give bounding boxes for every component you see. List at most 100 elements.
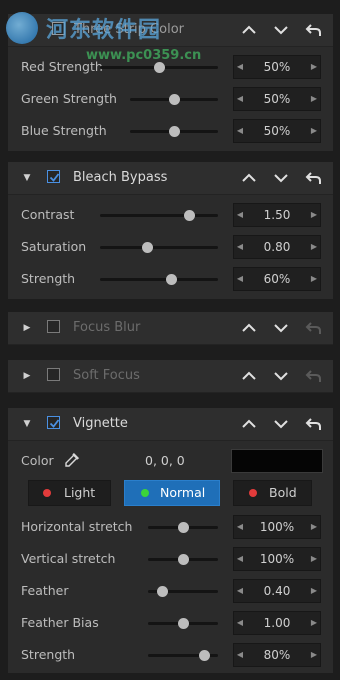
increment-icon[interactable]: ▶ [308, 612, 320, 634]
feather-slider[interactable] [148, 586, 218, 597]
decrement-icon[interactable]: ◀ [234, 268, 246, 290]
contrast-slider[interactable] [100, 210, 218, 221]
stepper-value[interactable]: 100% [246, 548, 308, 570]
stepper-value[interactable]: 50% [246, 88, 308, 110]
panel-header[interactable]: ▶ Focus Blur [8, 312, 333, 345]
increment-icon[interactable]: ▶ [308, 580, 320, 602]
stepper-value[interactable]: 0.40 [246, 580, 308, 602]
horizontal-stretch-slider[interactable] [148, 522, 218, 533]
stepper-value[interactable]: 60% [246, 268, 308, 290]
bleach-strength-stepper[interactable]: ◀ 60% ▶ [233, 267, 321, 291]
stepper-value[interactable]: 50% [246, 120, 308, 142]
chevron-up-icon[interactable] [240, 169, 258, 187]
increment-icon[interactable]: ▶ [308, 516, 320, 538]
triangle-right-icon[interactable]: ▶ [22, 323, 32, 333]
increment-icon[interactable]: ▶ [308, 236, 320, 258]
red-strength-slider[interactable] [100, 62, 218, 73]
undo-arrow-icon[interactable] [305, 21, 323, 39]
decrement-icon[interactable]: ◀ [234, 644, 246, 666]
panel-header[interactable]: ▼ Bleach Bypass [8, 162, 333, 195]
chevron-down-icon[interactable] [272, 415, 290, 433]
undo-arrow-icon[interactable] [305, 319, 323, 337]
panel-header[interactable]: ▶ Soft Focus [8, 360, 333, 393]
chevron-down-icon[interactable] [272, 169, 290, 187]
stepper-value[interactable]: 0.80 [246, 236, 308, 258]
eyedropper-icon[interactable] [64, 452, 80, 468]
decrement-icon[interactable]: ◀ [234, 204, 246, 226]
slider-knob[interactable] [142, 242, 154, 253]
enable-checkbox[interactable] [47, 368, 60, 381]
vignette-strength-stepper[interactable]: ◀ 80% ▶ [233, 643, 321, 667]
decrement-icon[interactable]: ◀ [234, 236, 246, 258]
slider-knob[interactable] [169, 126, 180, 137]
increment-icon[interactable]: ▶ [308, 88, 320, 110]
chevron-down-icon[interactable] [272, 367, 290, 385]
mode-normal-button[interactable]: Normal [124, 480, 220, 506]
enable-checkbox[interactable] [47, 416, 60, 429]
chevron-down-icon[interactable] [272, 319, 290, 337]
saturation-slider[interactable] [100, 242, 218, 253]
slider-knob[interactable] [178, 618, 189, 629]
slider-knob[interactable] [169, 94, 180, 105]
blue-strength-slider[interactable] [130, 126, 218, 137]
increment-icon[interactable]: ▶ [308, 56, 320, 78]
saturation-stepper[interactable]: ◀ 0.80 ▶ [233, 235, 321, 259]
enable-checkbox[interactable] [47, 320, 60, 333]
chevron-up-icon[interactable] [240, 21, 258, 39]
bleach-strength-slider[interactable] [100, 274, 218, 285]
increment-icon[interactable]: ▶ [308, 120, 320, 142]
increment-icon[interactable]: ▶ [308, 268, 320, 290]
enable-checkbox[interactable] [52, 22, 65, 35]
stepper-value[interactable]: 100% [246, 516, 308, 538]
decrement-icon[interactable]: ◀ [234, 516, 246, 538]
panel-header[interactable]: ▼ Vignette [8, 408, 333, 441]
triangle-right-icon[interactable]: ▶ [22, 371, 32, 381]
triangle-down-icon[interactable]: ▼ [22, 419, 32, 429]
slider-knob[interactable] [154, 62, 165, 73]
decrement-icon[interactable]: ◀ [234, 548, 246, 570]
panel-header[interactable]: Three Strip Color [8, 14, 333, 47]
triangle-down-icon[interactable]: ▼ [22, 173, 32, 183]
chevron-up-icon[interactable] [240, 319, 258, 337]
feather-stepper[interactable]: ◀ 0.40 ▶ [233, 579, 321, 603]
slider-knob[interactable] [183, 210, 195, 221]
chevron-up-icon[interactable] [240, 367, 258, 385]
slider-knob[interactable] [199, 650, 210, 661]
green-strength-slider[interactable] [130, 94, 218, 105]
enable-checkbox[interactable] [47, 170, 60, 183]
slider-knob[interactable] [178, 554, 189, 565]
undo-arrow-icon[interactable] [305, 415, 323, 433]
decrement-icon[interactable]: ◀ [234, 612, 246, 634]
decrement-icon[interactable]: ◀ [234, 56, 246, 78]
color-swatch[interactable] [231, 449, 323, 473]
increment-icon[interactable]: ▶ [308, 644, 320, 666]
horizontal-stretch-stepper[interactable]: ◀ 100% ▶ [233, 515, 321, 539]
stepper-value[interactable]: 50% [246, 56, 308, 78]
vignette-strength-slider[interactable] [148, 650, 218, 661]
undo-arrow-icon[interactable] [305, 367, 323, 385]
slider-knob[interactable] [178, 522, 189, 533]
slider-knob[interactable] [157, 586, 168, 597]
slider-knob[interactable] [165, 274, 177, 285]
mode-bold-button[interactable]: Bold [233, 480, 312, 506]
blue-strength-stepper[interactable]: ◀ 50% ▶ [233, 119, 321, 143]
mode-light-button[interactable]: Light [28, 480, 111, 506]
contrast-stepper[interactable]: ◀ 1.50 ▶ [233, 203, 321, 227]
feather-bias-stepper[interactable]: ◀ 1.00 ▶ [233, 611, 321, 635]
stepper-value[interactable]: 1.50 [246, 204, 308, 226]
decrement-icon[interactable]: ◀ [234, 88, 246, 110]
increment-icon[interactable]: ▶ [308, 204, 320, 226]
chevron-up-icon[interactable] [240, 415, 258, 433]
stepper-value[interactable]: 1.00 [246, 612, 308, 634]
feather-bias-slider[interactable] [148, 618, 218, 629]
vertical-stretch-slider[interactable] [148, 554, 218, 565]
decrement-icon[interactable]: ◀ [234, 120, 246, 142]
undo-arrow-icon[interactable] [305, 169, 323, 187]
vertical-stretch-stepper[interactable]: ◀ 100% ▶ [233, 547, 321, 571]
increment-icon[interactable]: ▶ [308, 548, 320, 570]
stepper-value[interactable]: 80% [246, 644, 308, 666]
chevron-down-icon[interactable] [272, 21, 290, 39]
decrement-icon[interactable]: ◀ [234, 580, 246, 602]
red-strength-stepper[interactable]: ◀ 50% ▶ [233, 55, 321, 79]
green-strength-stepper[interactable]: ◀ 50% ▶ [233, 87, 321, 111]
